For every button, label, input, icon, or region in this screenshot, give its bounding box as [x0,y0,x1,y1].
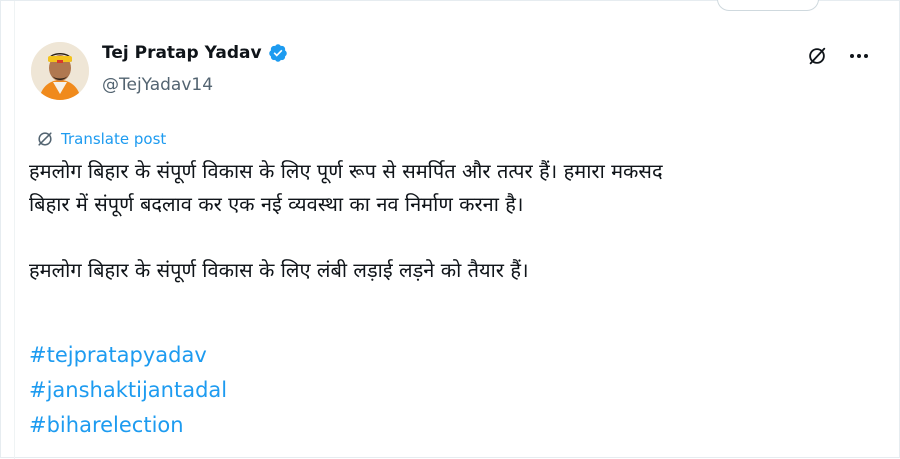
avatar-image [31,42,89,100]
slashed-circle-icon[interactable] [806,45,828,67]
post-card: Tej Pratap Yadav @TejYadav14 Translate p… [0,0,900,459]
hashtag-link[interactable]: #biharelection [29,408,227,443]
post-text-line: बिहार में संपूर्ण बदलाव कर एक नई व्यवस्थ… [29,192,524,216]
author-name[interactable]: Tej Pratap Yadav [102,43,262,63]
hashtag-link[interactable]: #janshaktijantadal [29,373,227,408]
post-text-line: हमलोग बिहार के संपूर्ण विकास के लिए लंबी… [29,258,529,282]
post-text-line: हमलोग बिहार के संपूर्ण विकास के लिए पूर्… [29,159,663,183]
avatar[interactable] [31,42,89,100]
hashtag-link[interactable]: #tejpratapyadav [29,338,227,373]
post-text: हमलोग बिहार के संपूर्ण विकास के लिए पूर्… [29,155,889,287]
divider [14,1,15,459]
top-pill-button[interactable] [717,0,819,11]
author-name-row[interactable]: Tej Pratap Yadav [102,43,288,63]
translate-label[interactable]: Translate post [61,130,166,148]
more-dots-icon[interactable] [847,45,871,67]
translate-icon [38,132,52,146]
hashtag-list: #tejpratapyadav #janshaktijantadal #biha… [29,338,227,443]
verified-badge-icon [268,44,287,62]
author-handle[interactable]: @TejYadav14 [102,75,213,95]
translate-post-link[interactable]: Translate post [35,129,166,149]
